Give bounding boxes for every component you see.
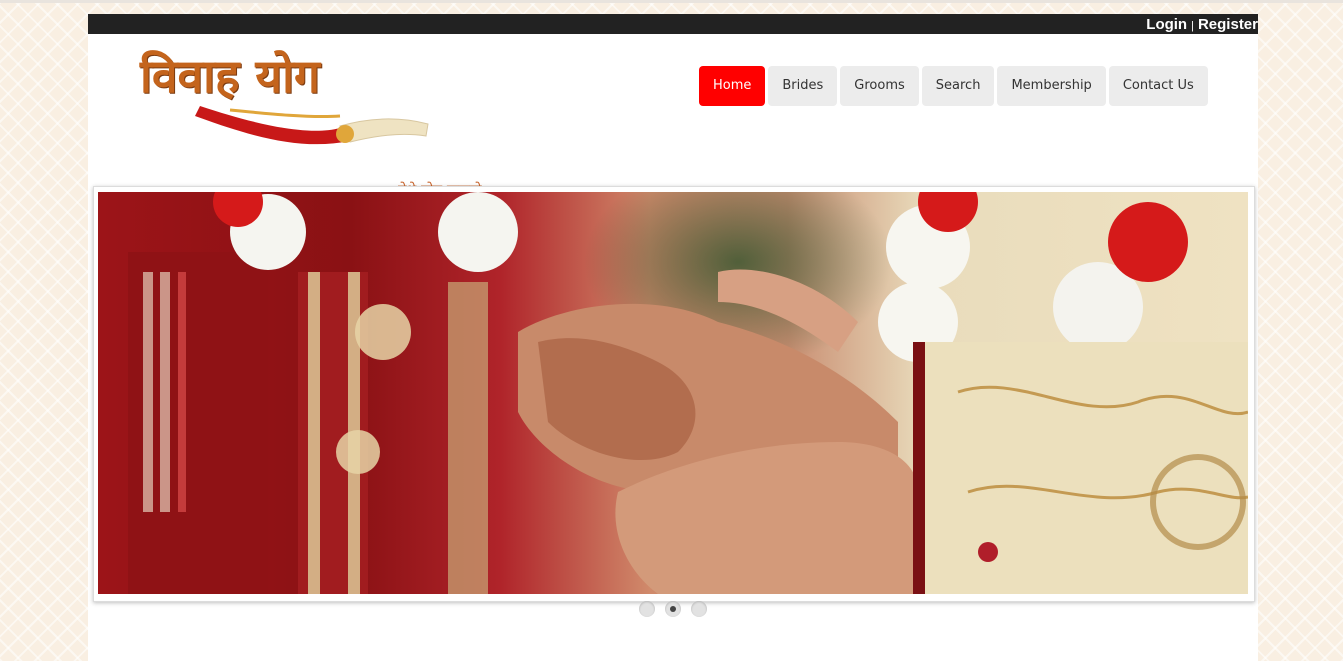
login-link[interactable]: Login bbox=[1146, 16, 1187, 33]
nav-item-4[interactable]: Membership bbox=[997, 66, 1106, 106]
wedding-photo-illustration bbox=[128, 192, 1248, 594]
image-slider bbox=[93, 186, 1255, 602]
slider-dot[interactable] bbox=[665, 601, 681, 617]
site-logo[interactable]: विवाह योग येथे योग जुळतो bbox=[140, 44, 482, 199]
page-container: Login|Register विवाह योग येथे योग जुळतो … bbox=[88, 14, 1258, 661]
slider-dot[interactable] bbox=[691, 601, 707, 617]
nav-item-5[interactable]: Contact Us bbox=[1108, 66, 1208, 106]
register-link[interactable]: Register bbox=[1198, 16, 1258, 33]
nav-item-1[interactable]: Brides bbox=[768, 66, 838, 106]
auth-links: Login | Register bbox=[1146, 15, 1258, 36]
slider-dot[interactable] bbox=[639, 601, 655, 617]
logo-sash-graphic bbox=[195, 106, 429, 145]
browser-top-line bbox=[0, 0, 1343, 3]
nav-item-0[interactable]: Home bbox=[699, 66, 766, 106]
top-bar: Login | Register bbox=[88, 14, 1258, 34]
auth-separator: | bbox=[1191, 20, 1194, 32]
slide-image-wedding-hands bbox=[98, 192, 1248, 594]
nav-item-3[interactable]: Search bbox=[921, 66, 995, 106]
nav-item-2[interactable]: Grooms bbox=[840, 66, 919, 106]
main-nav: Home Brides Grooms Search Membership Contact … bbox=[699, 66, 1208, 106]
slider-dots bbox=[639, 601, 707, 617]
